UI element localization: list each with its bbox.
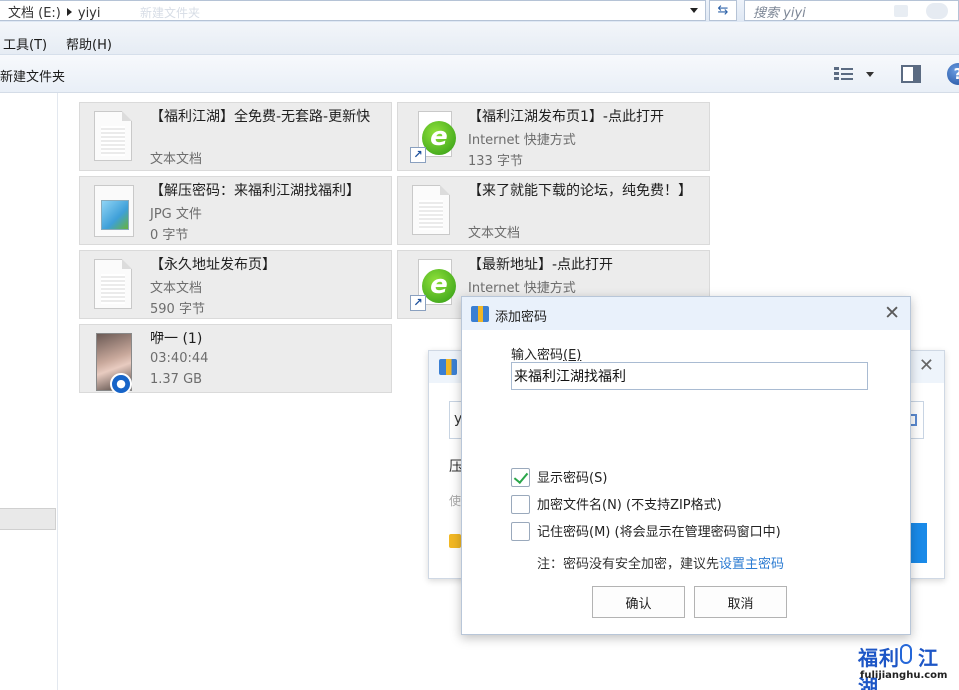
remember-password-label: 记住密码(M) (将会显示在管理密码窗口中) [537,525,781,540]
encrypt-filename-option[interactable]: 加密文件名(N) (不支持ZIP格式) [511,494,722,515]
password-label: 输入密码(E) [511,348,582,363]
text-doc-icon [412,185,450,235]
password-input[interactable] [511,362,868,390]
ie-shortcut-icon: e ↗ [410,111,456,163]
file-type: JPG 文件 [150,207,202,222]
close-icon[interactable]: ✕ [884,302,900,324]
address-bar-row: 文档 (E:) yiyi 新建文件夹 ⇆ 搜索 yiyi [0,0,959,22]
close-icon[interactable]: ✕ [919,355,934,376]
toolbar: 新建文件夹 ? [0,55,959,93]
file-name: 【永久地址发布页】 [150,257,276,273]
file-size: 590 字节 [150,302,205,317]
file-name: 【福利江湖】全免费-无套路-更新快 [150,109,371,125]
archive-app-icon [439,359,457,375]
encrypt-filename-checkbox[interactable] [511,495,530,514]
ie-shortcut-icon: e ↗ [410,259,456,311]
watermark-url: fulijianghu.com [860,670,948,681]
file-tile[interactable]: ● 咿一 (1) 03:40:44 1.37 GB [79,324,392,395]
show-password-label: 显示密码(S) [537,471,608,486]
address-dropdown-icon[interactable] [690,8,698,13]
search-clear-icon [894,5,908,17]
help-icon[interactable]: ? [947,63,959,85]
file-tile[interactable]: 【来了就能下载的论坛，纯免费！】 文本文档 [397,176,710,245]
file-name: 【解压密码：来福利江湖找福利】 [150,183,360,199]
file-tile[interactable]: 【福利江湖】全免费-无套路-更新快 文本文档 [79,102,392,171]
file-name: 【最新地址】-点此打开 [468,257,614,273]
menu-tools[interactable]: 工具(T) [3,34,47,53]
watermark-logo: 福利 江湖 fulijianghu.com [856,640,956,690]
set-master-password-link[interactable]: 设置主密码 [719,557,784,572]
file-tile[interactable]: 【永久地址发布页】 文本文档 590 字节 [79,250,392,319]
remember-password-checkbox[interactable] [511,522,530,541]
background-hint: 使 [449,494,462,508]
file-name: 咿一 (1) [150,331,203,347]
remember-password-option[interactable]: 记住密码(M) (将会显示在管理密码窗口中) [511,521,781,542]
refresh-button[interactable]: ⇆ [709,0,737,21]
address-field[interactable]: 文档 (E:) yiyi 新建文件夹 [0,0,706,21]
file-size: 133 字节 [468,154,523,169]
view-dropdown-icon[interactable] [866,72,874,77]
mouse-icon [900,644,912,664]
breadcrumb-drive[interactable]: 文档 (E:) [8,6,61,21]
search-placeholder: 搜索 yiyi [753,6,806,21]
search-input[interactable]: 搜索 yiyi [744,0,959,21]
search-icon[interactable] [926,3,948,19]
file-name: 【福利江湖发布页1】-点此打开 [468,109,664,125]
breadcrumb: 文档 (E:) yiyi [8,2,101,21]
nav-selected-item[interactable] [0,508,56,530]
dialog-header: 添加密码 ✕ [462,297,910,330]
jpg-file-icon [94,185,134,237]
breadcrumb-arrow-icon[interactable] [66,8,72,16]
video-player-icon: ● [110,373,132,395]
file-type: 文本文档 [150,281,203,296]
security-note: 注：密码没有安全加密，建议先设置主密码 [537,553,784,572]
refresh-icon: ⇆ [717,3,729,18]
file-type: Internet 快捷方式 [468,133,576,148]
cancel-button[interactable]: 取消 [694,586,787,618]
breadcrumb-folder[interactable]: yiyi [78,6,101,21]
text-doc-icon [94,259,132,309]
file-type: 文本文档 [468,226,521,241]
video-duration: 03:40:44 [150,351,209,366]
file-name: 【来了就能下载的论坛，纯免费！】 [468,183,692,199]
security-note-text: 注：密码没有安全加密，建议先 [537,557,720,572]
preview-pane-icon[interactable] [901,65,921,83]
confirm-button[interactable]: 确认 [592,586,685,618]
menu-bar: 工具(T) 帮助(H) [0,22,959,55]
text-doc-icon [94,111,132,161]
file-tile[interactable]: 【解压密码：来福利江湖找福利】 JPG 文件 0 字节 [79,176,392,245]
menu-help[interactable]: 帮助(H) [66,34,112,53]
lock-icon[interactable] [449,534,461,548]
file-size: 1.37 GB [150,372,203,387]
dialog-title: 添加密码 [495,310,548,325]
file-tile[interactable]: e ↗ 【福利江湖发布页1】-点此打开 Internet 快捷方式 133 字节 [397,102,710,171]
view-options-icon[interactable] [834,66,854,82]
add-password-dialog: 添加密码 ✕ 输入密码(E) 显示密码(S) 加密文件名(N) (不支持ZIP格… [461,296,911,635]
navigation-pane [0,93,58,690]
show-password-option[interactable]: 显示密码(S) [511,467,607,488]
new-folder-button[interactable]: 新建文件夹 [0,66,65,85]
archive-app-icon [471,306,489,322]
encrypt-filename-label: 加密文件名(N) (不支持ZIP格式) [537,498,722,513]
file-type: Internet 快捷方式 [468,281,576,296]
show-password-checkbox[interactable] [511,468,530,487]
file-type: 文本文档 [150,152,203,167]
file-size: 0 字节 [150,228,189,243]
address-faded-text: 新建文件夹 [140,6,201,20]
